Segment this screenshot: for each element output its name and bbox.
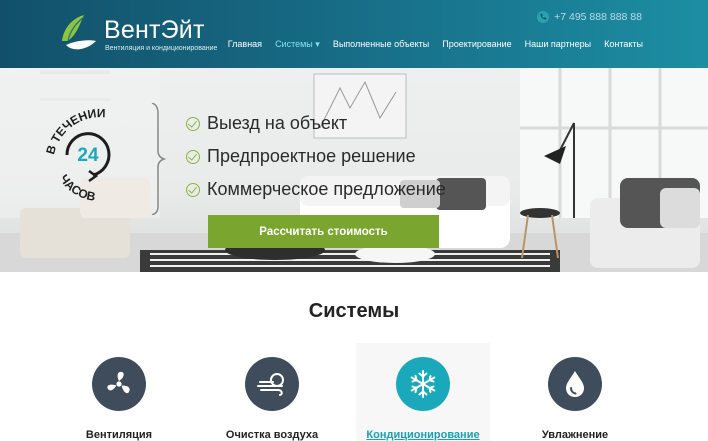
site-header: ВентЭйт Вентиляция и кондиционирование +… — [0, 0, 708, 68]
fan-icon — [107, 371, 130, 394]
chevron-down-icon: ▾ — [312, 39, 320, 49]
check-circle-icon — [186, 149, 200, 164]
badge-bottom-text: ЧАСОВ — [57, 172, 97, 204]
system-label: Кондиционирование — [366, 429, 480, 441]
calculate-cost-button[interactable]: Рассчитать стоимость — [208, 215, 439, 248]
feature-label: Коммерческое предложение — [207, 179, 446, 199]
air-clean-icon — [257, 373, 284, 396]
system-label: Увлажнение — [541, 429, 609, 441]
system-card-ventilation[interactable]: Вентиляция — [52, 343, 186, 441]
header-phone[interactable]: +7 495 888 888 88 — [537, 9, 642, 25]
systems-heading: Системы — [308, 300, 400, 322]
snowflake-icon — [410, 370, 436, 398]
system-icon-wrap — [396, 357, 450, 411]
phone-icon — [537, 11, 550, 23]
nav-item-partners[interactable]: Наши партнеры — [525, 39, 592, 50]
main-nav: Главная Системы ▾ Выполненные объекты Пр… — [228, 39, 643, 50]
brand-tagline: Вентиляция и кондиционирование — [105, 45, 218, 52]
nav-item-design[interactable]: Проектирование — [442, 39, 511, 50]
feature-item: Предпроектное решение — [186, 140, 446, 173]
check-circle-icon — [186, 182, 200, 197]
nav-item-systems[interactable]: Системы ▾ — [275, 39, 320, 50]
feature-item: Выезд на объект — [186, 107, 446, 140]
logo-leaf-icon — [62, 15, 96, 50]
system-label: Очистка воздуха — [225, 429, 319, 441]
system-label: Вентиляция — [85, 429, 153, 441]
check-circle-icon — [186, 116, 200, 131]
system-icon-wrap — [548, 357, 602, 411]
feature-item: Коммерческое предложение — [186, 173, 446, 206]
system-card-air-purification[interactable]: Очистка воздуха — [205, 343, 339, 441]
svg-text:ЧАСОВ: ЧАСОВ — [57, 172, 97, 204]
feature-label: Предпроектное решение — [207, 146, 416, 166]
nav-item-completed-projects[interactable]: Выполненные объекты — [333, 39, 429, 50]
phone-number: +7 495 888 888 88 — [554, 11, 642, 23]
badge-number: 24 — [77, 145, 99, 166]
nav-item-contacts[interactable]: Контакты — [604, 39, 643, 50]
system-icon-wrap — [245, 357, 299, 411]
feature-label: Выезд на объект — [207, 113, 348, 133]
logo[interactable]: ВентЭйт Вентиляция и кондиционирование — [54, 11, 224, 57]
hero-features-list: Выезд на объект Предпроектное решение Ко… — [186, 107, 446, 206]
system-card-conditioning[interactable]: Кондиционирование — [356, 343, 490, 441]
system-card-humidification[interactable]: Увлажнение — [508, 343, 642, 441]
nav-item-systems-label: Системы — [275, 39, 313, 49]
brand-name: ВентЭйт — [104, 16, 205, 44]
24-hours-badge: В ТЕЧЕНИИ ЧАСОВ 24 — [42, 103, 166, 215]
system-icon-wrap — [92, 357, 146, 411]
droplet-icon — [566, 371, 584, 397]
nav-item-home[interactable]: Главная — [228, 39, 262, 50]
